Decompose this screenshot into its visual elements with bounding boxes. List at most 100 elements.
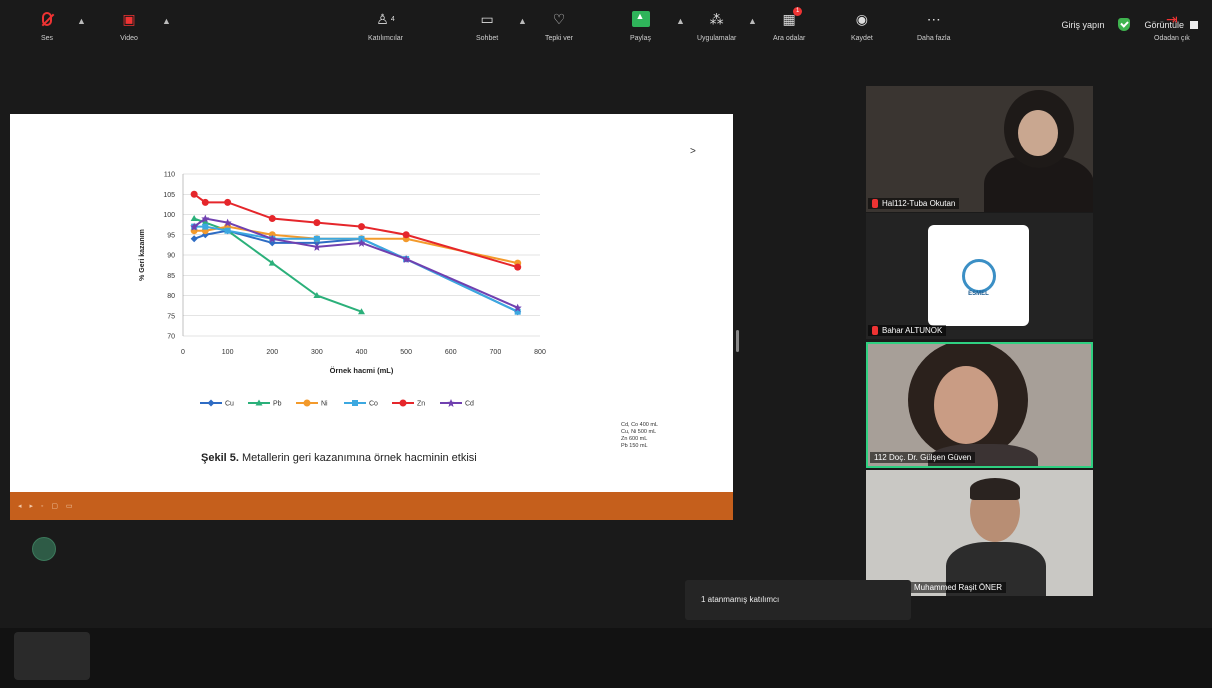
data-point	[224, 227, 231, 234]
split-resize-handle[interactable]	[736, 330, 739, 352]
unassigned-participant-notice[interactable]: 1 atanmamış katılımcı	[685, 580, 911, 620]
participants-label: Katılımcılar	[368, 35, 404, 42]
participant-name-tag: 112 Doç. Dr. Gülşen Güven	[870, 452, 976, 463]
share-options-chevron-icon[interactable]: ▲	[676, 16, 685, 26]
participant-tile[interactable]: Muhammed Raşit ÖNER	[866, 470, 1093, 596]
x-tick-label: 200	[266, 349, 278, 356]
audio-label: Ses	[40, 35, 54, 42]
participant-name: Hal112-Tuba Okutan	[882, 199, 956, 208]
audio-options-chevron-icon[interactable]: ▲	[77, 16, 86, 26]
more-icon: ⋯	[926, 11, 941, 27]
participant-logo: ESMEL	[928, 225, 1029, 326]
react-button[interactable]: ♡ Tepki ver	[545, 10, 573, 42]
sign-in-link[interactable]: Giriş yapın	[1061, 20, 1104, 30]
chat-button[interactable]: ▭ Sohbet	[476, 10, 498, 42]
data-point	[268, 215, 276, 223]
audio-button[interactable]: Ses	[38, 10, 56, 42]
x-tick-label: 700	[490, 349, 502, 356]
apps-options-chevron-icon[interactable]: ▲	[748, 16, 757, 26]
logo-text: ESMEL	[968, 291, 989, 297]
video-button[interactable]: ▣ Video	[120, 10, 138, 42]
series-line	[193, 193, 518, 269]
chat-options-chevron-icon[interactable]: ▲	[518, 16, 527, 26]
participants-icon: ♙ 4	[376, 11, 395, 27]
figure-caption-label: Şekil 5.	[201, 452, 239, 464]
record-icon: ◉	[855, 11, 868, 27]
data-point	[514, 263, 522, 271]
series-line	[194, 225, 519, 313]
data-point	[352, 400, 358, 406]
top-bar: Giriş yapın Görüntüle	[0, 0, 1212, 56]
video-off-icon: ▣	[122, 11, 136, 27]
data-point	[312, 242, 321, 251]
data-point	[358, 223, 365, 231]
participant-name-tag: Bahar ALTUNOK	[868, 325, 947, 336]
slide-note-line: Cd, Co 400 mL	[621, 422, 658, 428]
figure-caption-text: Metallerin geri kazanımına örnek hacmini…	[238, 452, 477, 464]
chat-icon: ▭	[480, 11, 494, 27]
data-point	[224, 198, 232, 206]
legend-label: Co	[369, 401, 378, 408]
participant-video	[934, 366, 998, 444]
y-tick-label: 95	[167, 232, 175, 239]
react-label: Tepki ver	[545, 35, 574, 42]
notice-text: 1 atanmamış katılımcı	[701, 595, 780, 604]
participant-tile[interactable]: ESMEL Bahar ALTUNOK	[866, 213, 1093, 339]
participant-name: 112 Doç. Dr. Gülşen Güven	[874, 453, 972, 462]
data-point	[190, 235, 198, 243]
series-line	[194, 225, 518, 265]
participant-video	[1018, 110, 1058, 156]
participant-tile-active-speaker[interactable]: 112 Doç. Dr. Gülşen Güven	[866, 342, 1093, 468]
x-tick-label: 300	[311, 349, 323, 356]
y-tick-label: 80	[167, 293, 175, 300]
share-screen-button[interactable]: Paylaş	[630, 10, 651, 42]
share-label: Paylaş	[630, 35, 652, 42]
slide-note-line: Cu, Ni 500 mL	[621, 429, 657, 435]
shared-screen-slide: 70 75 80 85 90 95 100 105 110 0 100 200 300 400 500 600…	[10, 114, 733, 520]
share-screen-icon	[631, 11, 650, 27]
apps-label: Uygulamalar	[697, 35, 737, 42]
x-tick-label: 100	[222, 349, 234, 356]
legend-label: Cu	[225, 401, 234, 408]
record-button[interactable]: ◉ Kaydet	[851, 10, 873, 42]
slide-footer-controls: ◂ ▸ ◦ ▢ ▭	[18, 503, 76, 510]
x-tick-label: 800	[534, 349, 546, 356]
y-tick-label: 85	[167, 273, 175, 280]
participants-button[interactable]: ♙ 4 Katılımcılar	[368, 10, 403, 42]
y-tick-label: 90	[167, 253, 175, 260]
record-label: Kaydet	[851, 35, 873, 42]
y-tick-label: 110	[164, 172, 175, 179]
security-shield-icon[interactable]	[1118, 18, 1131, 31]
x-tick-label: 400	[356, 349, 368, 356]
data-point	[190, 215, 198, 222]
slide-note-line: Zn 600 mL	[621, 436, 648, 442]
data-point	[303, 399, 311, 407]
participant-tile[interactable]: Hal112-Tuba Okutan	[866, 86, 1093, 212]
slide-next-arrow[interactable]: >	[690, 146, 696, 157]
data-point	[313, 219, 321, 227]
audio-control-group	[14, 632, 90, 680]
x-axis-label: Örnek hacmi (mL)	[330, 366, 394, 375]
video-options-chevron-icon[interactable]: ▲	[162, 16, 171, 26]
muted-mic-icon	[872, 199, 878, 208]
legend-label: Pb	[273, 401, 282, 408]
breakout-label: Ara odalar	[773, 35, 806, 42]
x-tick-label: 500	[400, 349, 412, 356]
y-tick-label: 105	[163, 192, 175, 199]
apps-button[interactable]: ⁂ Uygulamalar	[697, 10, 736, 42]
breakout-badge: 1	[793, 7, 803, 16]
slide-notes: Cd, Co 400 mL Cu, Ni 500 mL Zn 600 mL Pb…	[621, 422, 658, 450]
more-button[interactable]: ⋯ Daha fazla	[917, 10, 950, 42]
breakout-rooms-button[interactable]: ▦ 1 Ara odalar	[773, 7, 806, 42]
legend-label: Cd	[465, 401, 474, 408]
slide-note-line: Pb 150 mL	[621, 443, 648, 449]
data-point	[402, 231, 410, 239]
self-avatar	[32, 537, 56, 561]
leave-room-button[interactable]: ⇥ Odadan çık	[1154, 10, 1190, 42]
data-point	[207, 399, 215, 407]
meeting-toolbar	[0, 628, 1212, 688]
y-tick-label: 75	[167, 313, 175, 320]
y-axis-label: % Geri kazanım	[139, 229, 146, 281]
figure-caption: Şekil 5. Metallerin geri kazanımına örne…	[201, 452, 477, 464]
data-point	[202, 223, 209, 230]
